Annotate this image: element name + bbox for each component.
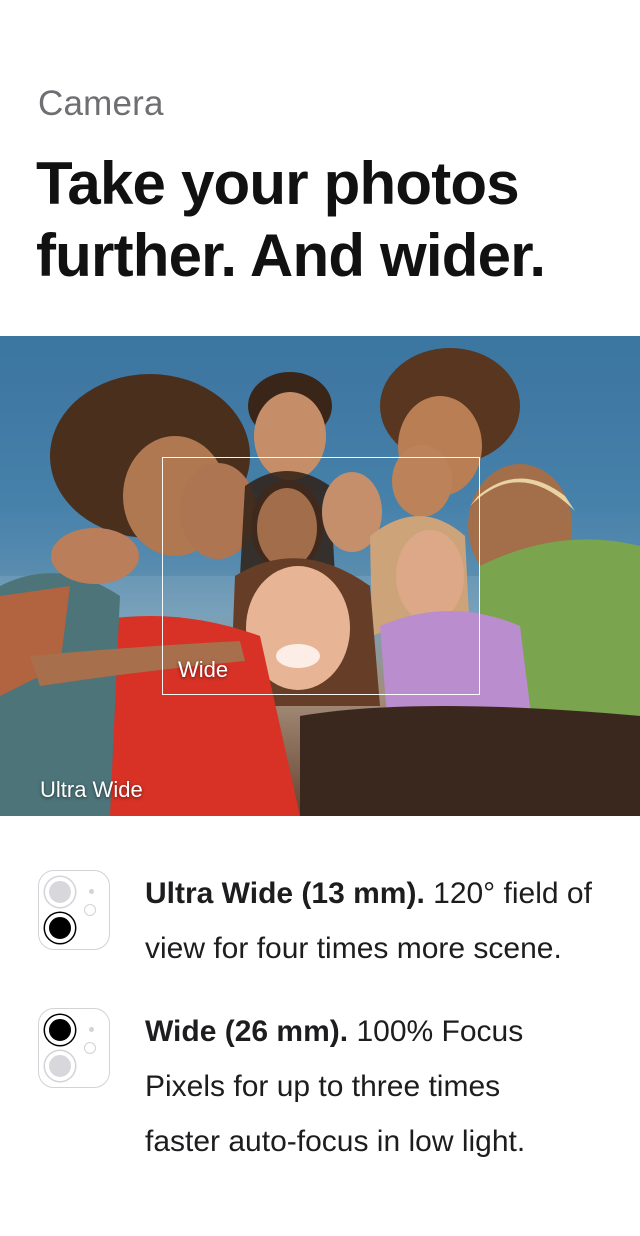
section-headline: Take your photos further. And wider.: [36, 148, 616, 292]
feature-line-2: Pixels for up to three times: [145, 1070, 501, 1103]
feature-line-2: view for four times more scene.: [145, 932, 562, 965]
lens-bottom-icon: [45, 913, 75, 943]
headline-line-1: Take your photos: [36, 150, 520, 217]
feature-line-3: faster auto-focus in low light.: [145, 1125, 526, 1158]
flash-icon: [84, 1042, 96, 1054]
ultra-wide-frame-label: Ultra Wide: [40, 777, 143, 802]
lens-top-icon: [45, 1015, 75, 1045]
feature-title: Ultra Wide (13 mm).: [145, 877, 425, 910]
dual-camera-wide-icon: [38, 1008, 110, 1088]
section-eyebrow: Camera: [38, 84, 164, 123]
feature-description: Ultra Wide (13 mm). 120° field of view f…: [145, 866, 640, 976]
lens-top-icon: [45, 877, 75, 907]
wide-frame-label: Wide: [178, 657, 229, 682]
mic-dot-icon: [89, 1027, 94, 1032]
dual-camera-ultra-wide-icon: [38, 870, 110, 950]
feature-line-1: 120° field of: [424, 877, 592, 910]
headline-line-2: further. And wider.: [36, 222, 546, 289]
feature-title: Wide (26 mm).: [145, 1015, 349, 1048]
mic-dot-icon: [89, 889, 94, 894]
flash-icon: [84, 904, 96, 916]
group-selfie-photo: Wide Ultra Wide: [0, 336, 640, 816]
feature-line-1: 100% Focus: [348, 1015, 524, 1048]
lens-bottom-icon: [45, 1051, 75, 1081]
feature-description: Wide (26 mm). 100% Focus Pixels for up t…: [145, 1004, 640, 1169]
